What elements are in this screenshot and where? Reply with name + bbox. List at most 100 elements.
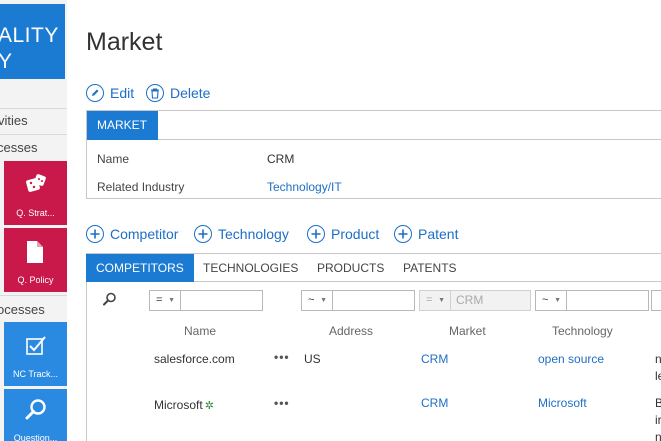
competitor-name[interactable]: Microsoft ✲ <box>154 398 214 412</box>
filter-operator[interactable]: ~ ▼ <box>535 290 567 311</box>
add-technology-label: Technology <box>218 226 289 242</box>
tile-q-strategy[interactable]: Q. Strat... <box>4 161 67 225</box>
market-detail-panel: MARKET Name CRM Related Industry Technol… <box>86 110 661 199</box>
main-content: Market Edit Delete MARKET Name CRM Relat… <box>67 0 661 441</box>
sidebar-item-activities[interactable]: vities <box>0 113 28 128</box>
document-icon <box>27 241 43 263</box>
field-label: Related Industry <box>97 180 185 194</box>
filter-market: = ▼ CRM <box>419 290 531 311</box>
field-row-related-industry: Related Industry Technology/IT <box>87 173 661 201</box>
filter-address: ~ ▼ <box>301 290 415 311</box>
trash-icon <box>146 84 164 102</box>
market-panel-tab[interactable]: MARKET <box>87 111 158 140</box>
sidebar-divider <box>0 108 67 109</box>
delete-label: Delete <box>170 85 211 101</box>
panel-divider <box>158 139 661 140</box>
add-competitor-button[interactable]: Competitor <box>86 224 178 244</box>
dropdown-arrow-icon: ▼ <box>554 297 561 304</box>
tile-label: Q. Policy <box>17 275 54 285</box>
sidebar-section-processes-2: ocesses <box>0 302 45 317</box>
edit-button[interactable]: Edit <box>86 83 134 103</box>
sidebar-divider <box>0 134 67 135</box>
plus-icon <box>86 225 104 243</box>
column-header-technology[interactable]: Technology <box>552 324 613 338</box>
plus-icon <box>307 225 325 243</box>
dropdown-arrow-icon: ▼ <box>320 297 327 304</box>
competitor-market-link[interactable]: CRM <box>421 396 448 410</box>
competitor-extra: le <box>655 369 661 383</box>
new-badge-icon: ✲ <box>204 400 214 412</box>
brand-line-2: Y <box>0 50 13 73</box>
competitor-name[interactable]: salesforce.com <box>154 352 235 366</box>
sidebar-divider <box>0 295 67 296</box>
more-actions-icon[interactable]: ••• <box>274 396 290 410</box>
app-sidebar: ALITY Y vities cesses Q. Strat... Q. Pol… <box>0 0 67 441</box>
tile-questionnaire[interactable]: Question... <box>4 389 67 441</box>
tab-competitors[interactable]: COMPETITORS <box>86 254 194 282</box>
related-industry-link[interactable]: Technology/IT <box>267 173 342 201</box>
competitor-extra: ir <box>655 413 661 427</box>
plus-icon <box>194 225 212 243</box>
related-tabs: COMPETITORS TECHNOLOGIES PRODUCTS PATENT… <box>86 253 661 282</box>
brand-logo[interactable]: ALITY Y <box>0 4 65 79</box>
brand-line-1: ALITY <box>0 24 59 47</box>
tile-label: Question... <box>13 433 58 441</box>
add-product-label: Product <box>331 226 380 242</box>
competitor-extra: n <box>655 430 661 441</box>
filter-technology: ~ ▼ <box>535 290 649 311</box>
filter-operator[interactable] <box>651 290 661 311</box>
filter-operator[interactable]: = ▼ <box>149 290 181 311</box>
field-value: CRM <box>267 152 295 166</box>
add-patent-button[interactable]: Patent <box>394 224 458 244</box>
more-actions-icon[interactable]: ••• <box>274 350 290 364</box>
column-header-name[interactable]: Name <box>184 324 216 338</box>
pencil-icon <box>86 84 104 102</box>
tab-products[interactable]: PRODUCTS <box>317 254 384 282</box>
operator-value: = <box>426 294 433 306</box>
operator-value: ~ <box>308 294 315 306</box>
field-row-name: Name CRM <box>87 145 661 173</box>
search-icon <box>25 399 46 420</box>
filter-technology-input[interactable] <box>567 290 649 311</box>
tile-nc-tracking[interactable]: NC Track... <box>4 322 67 386</box>
competitor-address: US <box>304 352 321 366</box>
filter-market-input: CRM <box>451 290 531 311</box>
filter-name-input[interactable] <box>181 290 263 311</box>
competitors-grid: = ▼ ~ ▼ = ▼ CRM ~ ▼ Name Address Market Tech… <box>86 282 661 441</box>
search-icon[interactable] <box>103 292 117 306</box>
competitor-extra: n <box>655 352 661 366</box>
filter-operator: = ▼ <box>419 290 451 311</box>
checkbox-icon <box>26 336 46 355</box>
add-competitor-label: Competitor <box>110 226 179 242</box>
field-label: Name <box>97 152 130 166</box>
competitor-name-text: Microsoft <box>154 398 203 412</box>
page-title: Market <box>86 28 163 56</box>
competitor-market-link[interactable]: CRM <box>421 352 448 366</box>
operator-value: ~ <box>542 294 549 306</box>
competitor-extra: B <box>655 396 661 410</box>
competitor-technology-link[interactable]: Microsoft <box>538 396 587 410</box>
add-technology-button[interactable]: Technology <box>194 224 289 244</box>
filter-address-input[interactable] <box>333 290 415 311</box>
sidebar-section-processes: cesses <box>0 140 38 155</box>
filter-operator[interactable]: ~ ▼ <box>301 290 333 311</box>
operator-value: = <box>156 294 163 306</box>
add-patent-label: Patent <box>418 226 459 242</box>
tile-label: Q. Strat... <box>16 208 55 218</box>
tab-technologies[interactable]: TECHNOLOGIES <box>203 254 298 282</box>
dropdown-arrow-icon: ▼ <box>168 297 175 304</box>
column-header-market[interactable]: Market <box>449 324 486 338</box>
dice-icon <box>26 174 46 192</box>
competitor-technology-link[interactable]: open source <box>538 352 604 366</box>
filter-name: = ▼ <box>149 290 263 311</box>
tile-q-policy[interactable]: Q. Policy <box>4 228 67 292</box>
delete-button[interactable]: Delete <box>146 83 210 103</box>
tab-patents[interactable]: PATENTS <box>403 254 457 282</box>
column-header-address[interactable]: Address <box>329 324 373 338</box>
tile-label: NC Track... <box>12 369 58 379</box>
plus-icon <box>394 225 412 243</box>
dropdown-arrow-icon: ▼ <box>438 297 445 304</box>
filter-extra <box>651 290 661 311</box>
edit-label: Edit <box>110 85 135 101</box>
add-product-button[interactable]: Product <box>307 224 379 244</box>
